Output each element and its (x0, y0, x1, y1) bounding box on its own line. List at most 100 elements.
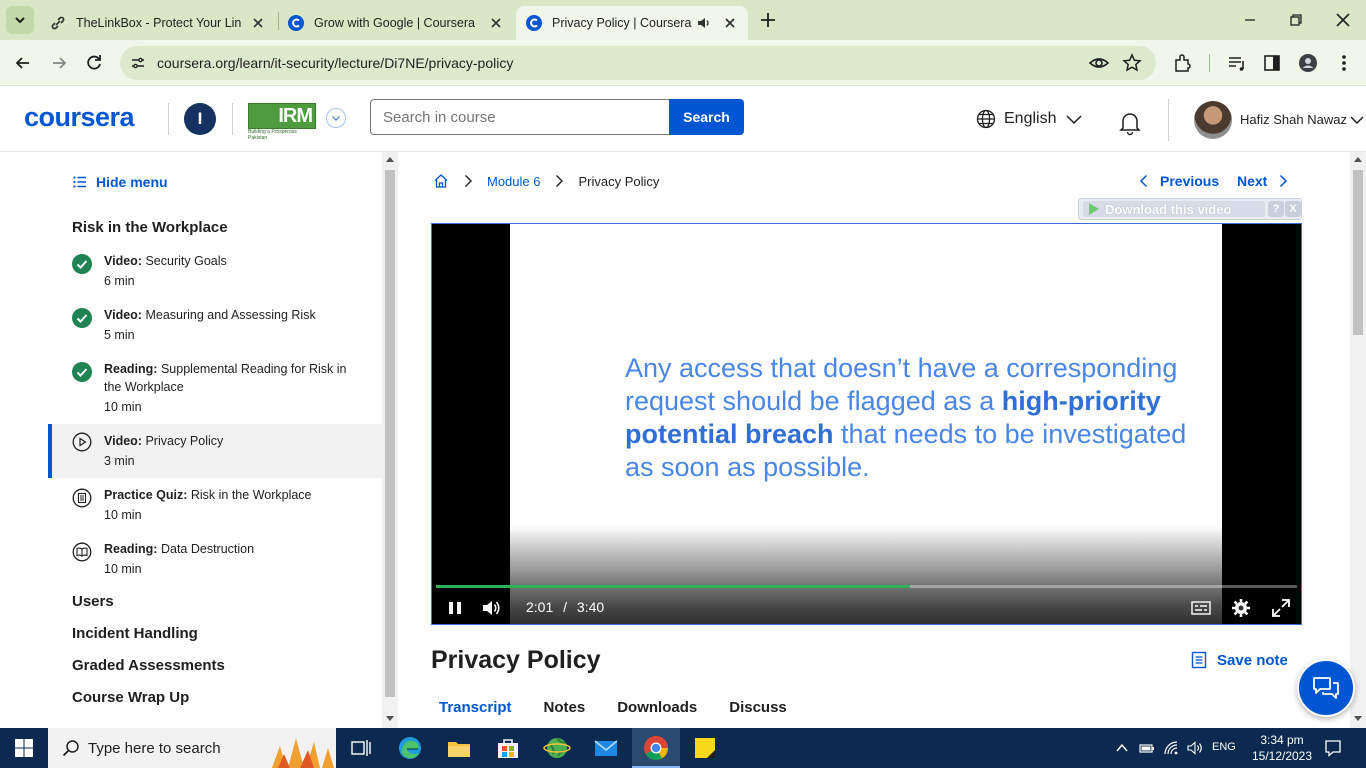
scroll-down-arrow-icon[interactable] (386, 716, 394, 721)
breadcrumb-module-link[interactable]: Module 6 (487, 174, 540, 189)
chevron-right-icon (465, 175, 472, 187)
download-label: Download this video (1105, 201, 1232, 217)
sticky-notes-icon[interactable] (691, 734, 719, 762)
header-divider (232, 103, 233, 135)
completed-check-icon (72, 362, 92, 382)
sidebar-item-practice-quiz[interactable]: Practice Quiz: Risk in the Workplace 10 … (48, 486, 382, 526)
bookmark-star-icon[interactable] (1121, 52, 1143, 74)
previous-button[interactable]: Previous (1137, 173, 1219, 189)
close-window-icon[interactable] (1333, 10, 1353, 30)
close-tab-icon[interactable] (488, 15, 504, 31)
course-search-input[interactable] (370, 99, 670, 135)
notifications-bell-icon[interactable] (1116, 108, 1144, 136)
globe-app-icon[interactable] (543, 734, 571, 762)
video-progress-bar[interactable] (436, 585, 1297, 588)
browser-menu-icon[interactable] (1333, 52, 1355, 74)
user-avatar[interactable] (1194, 101, 1232, 139)
back-arrow-icon[interactable] (12, 52, 34, 74)
side-panel-icon[interactable] (1261, 52, 1283, 74)
edge-browser-icon[interactable] (396, 734, 424, 762)
restore-window-icon[interactable] (1286, 10, 1306, 30)
breadcrumb: Module 6 Privacy Policy (433, 173, 659, 189)
fullscreen-icon[interactable] (1270, 597, 1292, 619)
pause-icon[interactable] (444, 597, 466, 619)
scroll-up-arrow-icon[interactable] (1354, 157, 1362, 162)
browser-tab-thelinkbox[interactable]: TheLinkBox - Protect Your Link A (40, 6, 276, 40)
audio-playing-icon[interactable] (696, 15, 712, 31)
battery-icon[interactable] (1139, 740, 1155, 756)
sidebar-module-graded-assessments[interactable]: Graded Assessments (72, 657, 225, 674)
forward-arrow-icon[interactable] (48, 52, 70, 74)
speaker-volume-icon[interactable] (1187, 740, 1203, 756)
download-video-button[interactable]: Download this video (1083, 201, 1265, 217)
tab-title: Privacy Policy | Coursera (552, 16, 692, 30)
tab-downloads[interactable]: Downloads (609, 699, 705, 716)
input-language[interactable]: ENG (1212, 741, 1236, 753)
chat-assistant-button[interactable] (1297, 659, 1355, 717)
partner-dropdown-button[interactable] (326, 108, 346, 128)
save-note-label: Save note (1217, 651, 1288, 669)
item-duration: 6 min (104, 274, 135, 288)
scroll-up-arrow-icon[interactable] (386, 157, 394, 162)
address-bar[interactable]: coursera.org/learn/it-security/lecture/D… (120, 46, 1156, 80)
extensions-puzzle-icon[interactable] (1172, 52, 1194, 74)
video-player[interactable]: Any access that doesn’t have a correspon… (431, 223, 1302, 625)
close-tab-icon[interactable] (722, 15, 738, 31)
user-name[interactable]: Hafiz Shah Nawaz (1240, 112, 1347, 127)
captions-icon[interactable] (1190, 597, 1212, 619)
site-settings-icon[interactable] (130, 55, 146, 71)
sidebar-item-privacy-policy[interactable]: Video: Privacy Policy 3 min (48, 424, 382, 478)
notifications-center-icon[interactable] (1324, 739, 1342, 757)
volume-icon[interactable] (480, 597, 502, 619)
wifi-signal-icon[interactable] (1163, 740, 1179, 756)
home-icon[interactable] (433, 173, 449, 189)
new-tab-plus-icon[interactable] (758, 10, 778, 30)
tab-search-menu-button[interactable] (6, 6, 34, 34)
tab-transcript[interactable]: Transcript (431, 699, 520, 716)
tab-notes[interactable]: Notes (536, 699, 594, 716)
minimize-window-icon[interactable] (1240, 10, 1260, 30)
coursera-logo[interactable]: coursera (24, 102, 135, 133)
taskbar-search-box[interactable]: Type here to search (48, 728, 336, 768)
close-tab-icon[interactable] (250, 15, 266, 31)
sidebar-module-users[interactable]: Users (72, 593, 114, 610)
institution-badge[interactable]: I (184, 103, 216, 135)
search-button[interactable]: Search (669, 99, 744, 135)
tray-overflow-chevron-icon[interactable] (1114, 740, 1130, 756)
sidebar-item-supplemental-reading[interactable]: Reading: Supplemental Reading for Risk i… (48, 360, 382, 420)
profile-icon[interactable] (1297, 52, 1319, 74)
eye-icon[interactable] (1088, 52, 1110, 74)
save-note-button[interactable]: Save note (1191, 651, 1288, 669)
chevron-down-icon[interactable] (1348, 111, 1366, 129)
windows-start-icon[interactable] (14, 738, 34, 758)
file-explorer-icon[interactable] (445, 734, 473, 762)
item-type: Reading: (104, 362, 158, 376)
microsoft-store-icon[interactable] (494, 734, 522, 762)
browser-tab-privacy-policy[interactable]: Privacy Policy | Coursera (516, 6, 748, 40)
chrome-browser-icon[interactable] (642, 734, 670, 762)
sidebar-item-measuring-risk[interactable]: Video: Measuring and Assessing Risk 5 mi… (48, 306, 382, 346)
scroll-down-arrow-icon[interactable] (1354, 716, 1362, 721)
next-button[interactable]: Next (1237, 173, 1290, 189)
task-view-icon[interactable] (347, 734, 375, 762)
system-clock[interactable]: 3:34 pm 15/12/2023 (1250, 732, 1314, 764)
settings-gear-icon[interactable] (1230, 597, 1252, 619)
sidebar-module-course-wrap-up[interactable]: Course Wrap Up (72, 689, 189, 706)
language-selector[interactable]: English (976, 109, 1084, 129)
chevron-right-icon (556, 175, 564, 187)
browser-tab-grow-with-google[interactable]: Grow with Google | Coursera (278, 6, 514, 40)
download-close-button[interactable]: X (1285, 201, 1301, 217)
media-controls-icon[interactable] (1226, 52, 1248, 74)
mail-icon[interactable] (592, 734, 620, 762)
hide-menu-button[interactable]: Hide menu (72, 174, 168, 190)
partner-logo[interactable]: IRM Building a Prosperous Pakistan (248, 103, 316, 141)
time-separator: / (563, 599, 568, 615)
sidebar-scrollbar-thumb[interactable] (385, 170, 395, 697)
sidebar-item-security-goals[interactable]: Video: Security Goals 6 min (48, 252, 382, 292)
sidebar-item-data-destruction[interactable]: Reading: Data Destruction 10 min (48, 540, 382, 580)
sidebar-module-incident-handling[interactable]: Incident Handling (72, 625, 198, 642)
reload-icon[interactable] (83, 52, 105, 74)
download-help-button[interactable]: ? (1268, 201, 1284, 217)
tab-discuss[interactable]: Discuss (721, 699, 795, 716)
page-scrollbar-thumb[interactable] (1353, 170, 1363, 335)
